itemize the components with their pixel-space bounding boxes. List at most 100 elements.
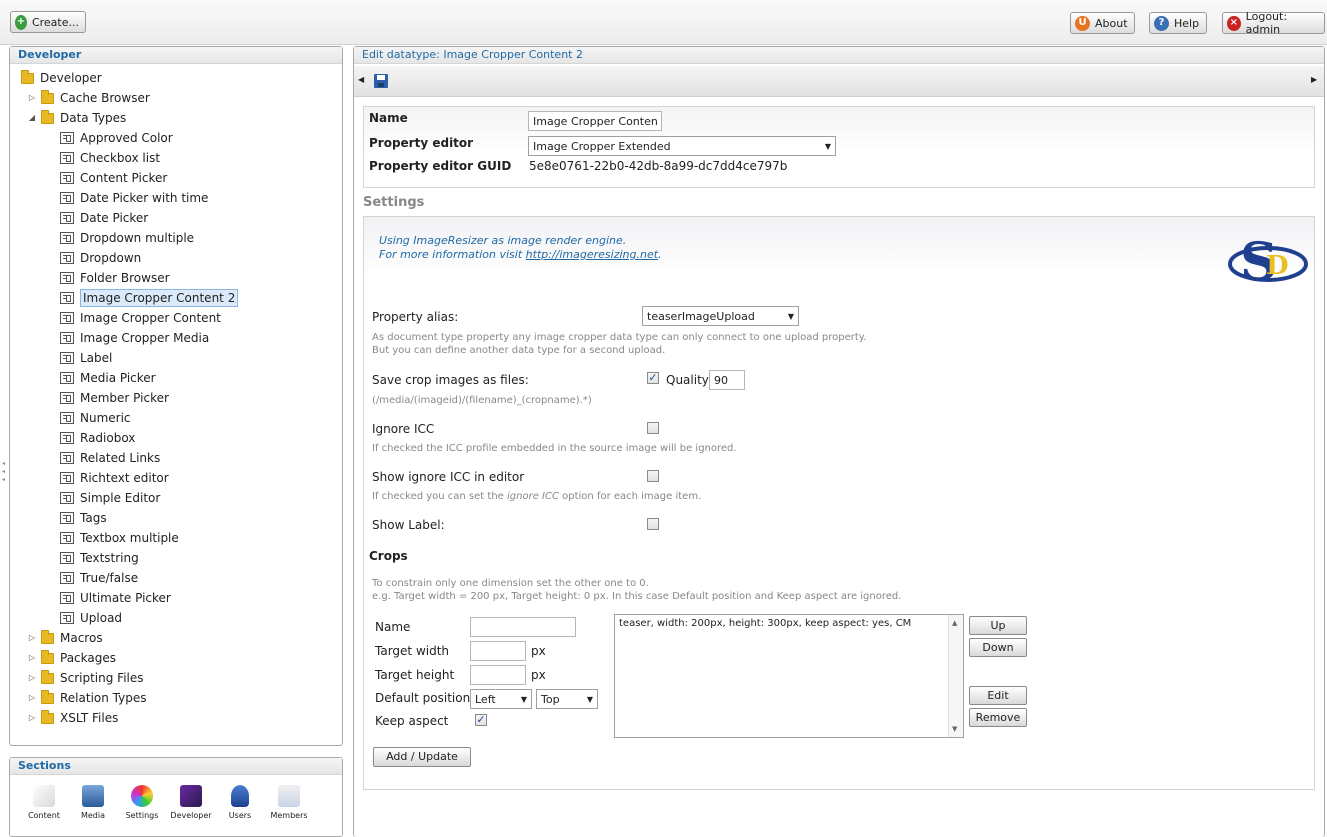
imageresizing-link[interactable]: http://imageresizing.net xyxy=(526,248,658,261)
tree-item-datatype[interactable]: Date Picker xyxy=(60,208,148,228)
tree-item-datatype[interactable]: Content Picker xyxy=(60,168,167,188)
show-ignore-icc-checkbox[interactable] xyxy=(647,470,659,482)
listbox-scrollbar[interactable]: ▲ ▼ xyxy=(948,615,963,737)
tree-item-datatype[interactable]: Folder Browser xyxy=(60,268,170,288)
tree-item-label: Richtext editor xyxy=(80,471,169,485)
about-button[interactable]: U About xyxy=(1070,12,1135,34)
tree-item-datatype[interactable]: Date Picker with time xyxy=(60,188,208,208)
datatype-icon xyxy=(60,172,74,184)
tree-item-label: Image Cropper Content xyxy=(80,311,221,325)
datatype-icon xyxy=(60,612,74,624)
tree-item-label: Macros xyxy=(60,631,103,645)
tree-folder[interactable]: Developer xyxy=(21,68,102,88)
tree-item-datatype[interactable]: Image Cropper Media xyxy=(60,328,209,348)
tree-folder[interactable]: Scripting Files xyxy=(41,668,144,688)
sd-logo: S D xyxy=(1226,230,1308,294)
splitter-handle[interactable]: ◂ ◂ ◂ xyxy=(2,460,7,485)
crop-name-input[interactable] xyxy=(470,617,576,637)
tree-item-datatype[interactable]: Tags xyxy=(60,508,107,528)
collapsed-arrow-icon[interactable]: ▷ xyxy=(27,713,37,722)
tree-item-datatype[interactable]: Textstring xyxy=(60,548,139,568)
datatype-icon xyxy=(60,452,74,464)
tree-item-datatype[interactable]: Approved Color xyxy=(60,128,173,148)
collapsed-arrow-icon[interactable]: ▷ xyxy=(27,93,37,102)
section-members[interactable]: Members xyxy=(259,785,319,820)
name-input[interactable] xyxy=(528,111,662,131)
tree-item-datatype[interactable]: Label xyxy=(60,348,112,368)
datatype-icon xyxy=(60,472,74,484)
down-button[interactable]: Down xyxy=(969,638,1027,657)
datatype-icon xyxy=(60,572,74,584)
collapsed-arrow-icon[interactable]: ▷ xyxy=(27,693,37,702)
alias-select[interactable]: teaserImageUpload ▼ xyxy=(642,306,799,326)
target-width-input[interactable] xyxy=(470,641,526,661)
tree-item-datatype[interactable]: Image Cropper Content 2 xyxy=(60,288,239,308)
tree-item-label: Scripting Files xyxy=(60,671,144,685)
target-width-unit: px xyxy=(531,644,546,658)
tree-item-datatype[interactable]: True/false xyxy=(60,568,138,588)
svg-text:D: D xyxy=(1266,251,1289,281)
tree-item-datatype[interactable]: Simple Editor xyxy=(60,488,160,508)
toolbar-left-arrow[interactable]: ◀ xyxy=(358,75,364,84)
add-update-button[interactable]: Add / Update xyxy=(373,747,471,767)
tree-item-datatype[interactable]: Richtext editor xyxy=(60,468,169,488)
crop-list-item[interactable]: teaser, width: 200px, height: 300px, kee… xyxy=(619,618,911,629)
save-crop-label: Save crop images as files: xyxy=(372,373,529,387)
tree-item-datatype[interactable]: Media Picker xyxy=(60,368,156,388)
collapsed-arrow-icon[interactable]: ▷ xyxy=(27,633,37,642)
tree-item-datatype[interactable]: Related Links xyxy=(60,448,160,468)
edit-button[interactable]: Edit xyxy=(969,686,1027,705)
tree-folder[interactable]: Cache Browser xyxy=(41,88,150,108)
tree-folder[interactable]: Data Types xyxy=(41,108,126,128)
collapsed-arrow-icon[interactable]: ▷ xyxy=(27,673,37,682)
property-editor-select[interactable]: Image Cropper Extended ▼ xyxy=(528,136,836,156)
sections-title: Sections xyxy=(10,758,342,775)
tree-item-datatype[interactable]: Image Cropper Content xyxy=(60,308,221,328)
tree-item-datatype[interactable]: Member Picker xyxy=(60,388,169,408)
tree-item-datatype[interactable]: Radiobox xyxy=(60,428,135,448)
create-button[interactable]: + Create... xyxy=(10,11,86,33)
help-button[interactable]: ? Help xyxy=(1149,12,1207,34)
target-height-input[interactable] xyxy=(470,665,526,685)
tree-item-label: Upload xyxy=(80,611,123,625)
datatype-icon xyxy=(60,132,74,144)
tree-item-datatype[interactable]: Numeric xyxy=(60,408,131,428)
folder-icon xyxy=(41,689,54,704)
tree-item-datatype[interactable]: Checkbox list xyxy=(60,148,160,168)
save-icon[interactable] xyxy=(374,74,388,88)
tree-item-datatype[interactable]: Dropdown xyxy=(60,248,141,268)
remove-button[interactable]: Remove xyxy=(969,708,1027,727)
tree-item-datatype[interactable]: Upload xyxy=(60,608,122,628)
crop-listbox[interactable]: teaser, width: 200px, height: 300px, kee… xyxy=(614,614,964,738)
logout-button[interactable]: × Logout: admin xyxy=(1222,10,1325,36)
tree-folder[interactable]: XSLT Files xyxy=(41,708,118,728)
tree-item-label: Packages xyxy=(60,651,116,665)
umbraco-icon: U xyxy=(1075,15,1090,31)
tree-item-datatype[interactable]: Textbox multiple xyxy=(60,528,179,548)
save-crop-checkbox[interactable]: ✓ xyxy=(647,372,659,384)
crops-heading: Crops xyxy=(369,549,408,563)
tree-item-datatype[interactable]: Ultimate Picker xyxy=(60,588,171,608)
quality-input[interactable] xyxy=(709,370,745,390)
up-button[interactable]: Up xyxy=(969,616,1027,635)
folder-icon xyxy=(41,669,54,684)
position-h-select[interactable]: Left ▼ xyxy=(470,689,532,709)
tree-folder[interactable]: Macros xyxy=(41,628,103,648)
collapsed-arrow-icon[interactable]: ▷ xyxy=(27,653,37,662)
ignore-icc-checkbox[interactable] xyxy=(647,422,659,434)
show-label-checkbox[interactable] xyxy=(647,518,659,530)
keep-aspect-checkbox[interactable]: ✓ xyxy=(475,714,487,726)
toolbar-right-arrow[interactable]: ▶ xyxy=(1311,75,1317,84)
tree-folder[interactable]: Relation Types xyxy=(41,688,146,708)
tree-item-label: Approved Color xyxy=(80,131,173,145)
scroll-down-icon[interactable]: ▼ xyxy=(952,725,957,733)
tree-item-label: Date Picker with time xyxy=(80,191,209,205)
folder-icon xyxy=(41,629,54,644)
members-icon xyxy=(278,785,300,807)
scroll-up-icon[interactable]: ▲ xyxy=(952,619,957,627)
position-v-select[interactable]: Top ▼ xyxy=(536,689,598,709)
tree-item-datatype[interactable]: Dropdown multiple xyxy=(60,228,194,248)
editor-toolbar xyxy=(354,66,1324,97)
tree-folder[interactable]: Packages xyxy=(41,648,116,668)
expanded-arrow-icon[interactable]: ◢ xyxy=(27,113,37,122)
